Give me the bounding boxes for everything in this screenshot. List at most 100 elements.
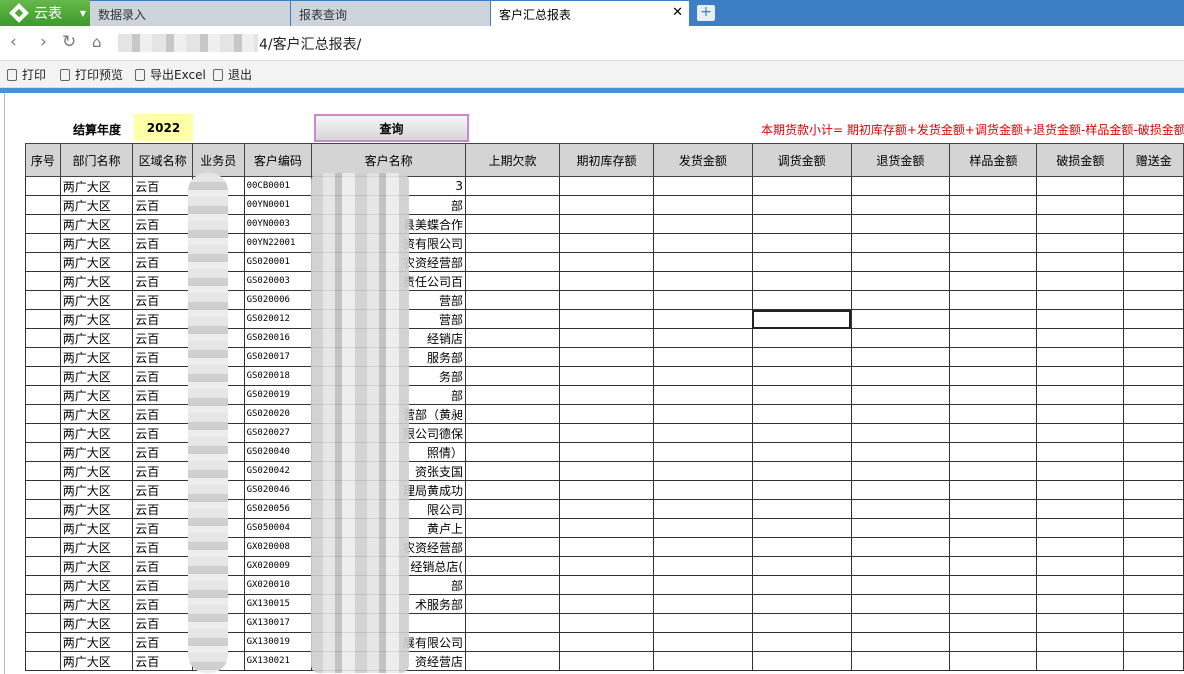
table-cell[interactable] (653, 499, 753, 519)
table-cell[interactable] (751, 195, 852, 215)
table-cell[interactable] (949, 271, 1038, 291)
table-cell[interactable] (558, 575, 655, 595)
table-cell[interactable]: 云百 (132, 442, 193, 462)
table-cell[interactable] (653, 423, 753, 443)
table-cell[interactable]: 两广大区 (59, 480, 134, 500)
new-tab-button[interactable]: + (697, 5, 715, 21)
table-cell[interactable] (850, 651, 951, 671)
table-cell[interactable] (25, 328, 61, 348)
table-cell[interactable] (653, 176, 753, 196)
table-cell[interactable] (558, 385, 655, 405)
table-cell[interactable]: 00YN22001 (243, 233, 313, 253)
table-cell[interactable] (751, 176, 852, 196)
table-cell[interactable] (1036, 328, 1125, 348)
table-cell[interactable] (1123, 309, 1184, 329)
table-cell[interactable] (949, 556, 1038, 576)
table-cell[interactable]: 两广大区 (59, 651, 134, 671)
table-cell[interactable] (558, 404, 655, 424)
table-cell[interactable] (751, 271, 852, 291)
table-cell[interactable] (1123, 233, 1184, 253)
url-text[interactable]: 4/客户汇总报表/ (259, 34, 361, 54)
table-cell[interactable] (465, 290, 560, 310)
table-cell[interactable] (1123, 328, 1184, 348)
table-cell[interactable] (465, 613, 560, 633)
table-cell[interactable] (25, 195, 61, 215)
table-cell[interactable] (558, 480, 655, 500)
table-cell[interactable] (1123, 537, 1184, 557)
table-cell[interactable] (465, 632, 560, 652)
table-cell[interactable]: 两广大区 (59, 309, 134, 329)
print-button[interactable]: 打印 (7, 66, 46, 83)
table-cell[interactable]: 云百 (132, 271, 193, 291)
table-cell[interactable] (465, 176, 560, 196)
table-cell[interactable]: 两广大区 (59, 233, 134, 253)
table-cell[interactable] (1036, 442, 1125, 462)
table-cell[interactable] (558, 594, 655, 614)
table-cell[interactable]: 两广大区 (59, 195, 134, 215)
table-cell[interactable]: GS020040 (243, 442, 313, 462)
table-cell[interactable] (1123, 518, 1184, 538)
table-cell[interactable] (25, 176, 61, 196)
table-cell[interactable]: GS020016 (243, 328, 313, 348)
table-cell[interactable]: 云百 (132, 252, 193, 272)
table-cell[interactable] (25, 613, 61, 633)
table-cell[interactable] (949, 214, 1038, 234)
table-cell[interactable]: 云百 (132, 309, 193, 329)
table-cell[interactable] (850, 309, 951, 329)
table-cell[interactable]: 两广大区 (59, 404, 134, 424)
back-arrow-icon[interactable]: ‹ (10, 32, 17, 52)
table-cell[interactable] (25, 404, 61, 424)
table-cell[interactable]: 云百 (132, 385, 193, 405)
table-cell[interactable] (558, 309, 655, 329)
table-cell[interactable] (653, 366, 753, 386)
table-cell[interactable]: 云百 (132, 347, 193, 367)
table-cell[interactable] (1036, 214, 1125, 234)
table-cell[interactable]: GS050004 (243, 518, 313, 538)
table-cell[interactable] (465, 214, 560, 234)
table-cell[interactable] (949, 347, 1038, 367)
table-cell[interactable] (850, 461, 951, 481)
table-cell[interactable]: 两广大区 (59, 442, 134, 462)
table-cell[interactable]: 两广大区 (59, 575, 134, 595)
table-cell[interactable] (850, 271, 951, 291)
table-cell[interactable] (751, 556, 852, 576)
table-cell[interactable]: 两广大区 (59, 328, 134, 348)
table-cell[interactable] (751, 594, 852, 614)
table-cell[interactable] (949, 480, 1038, 500)
table-cell[interactable]: GX130015 (243, 594, 313, 614)
table-cell[interactable] (850, 442, 951, 462)
table-cell[interactable] (751, 480, 852, 500)
table-cell[interactable] (1123, 214, 1184, 234)
table-cell[interactable]: 00CB0001 (243, 176, 313, 196)
table-cell[interactable] (653, 632, 753, 652)
table-cell[interactable] (653, 214, 753, 234)
table-cell[interactable] (949, 309, 1038, 329)
table-cell[interactable] (558, 366, 655, 386)
table-cell[interactable] (653, 252, 753, 272)
table-cell[interactable] (949, 461, 1038, 481)
table-cell[interactable]: 云百 (132, 195, 193, 215)
table-cell[interactable]: 两广大区 (59, 290, 134, 310)
table-cell[interactable]: GS020012 (243, 309, 313, 329)
table-cell[interactable]: 两广大区 (59, 537, 134, 557)
table-cell[interactable] (653, 613, 753, 633)
table-cell[interactable] (653, 385, 753, 405)
table-cell[interactable] (653, 233, 753, 253)
table-cell[interactable]: 两广大区 (59, 632, 134, 652)
table-cell[interactable] (751, 499, 852, 519)
table-cell[interactable] (949, 499, 1038, 519)
table-cell[interactable] (850, 214, 951, 234)
table-cell[interactable] (558, 176, 655, 196)
table-cell[interactable] (465, 575, 560, 595)
table-cell[interactable] (751, 328, 852, 348)
table-cell[interactable] (850, 499, 951, 519)
table-cell[interactable] (1123, 385, 1184, 405)
table-cell[interactable] (1036, 385, 1125, 405)
table-cell[interactable] (1123, 632, 1184, 652)
table-cell[interactable] (25, 442, 61, 462)
table-cell[interactable] (1036, 499, 1125, 519)
table-cell[interactable] (1036, 176, 1125, 196)
table-cell[interactable] (558, 651, 655, 671)
table-cell[interactable]: GS020017 (243, 347, 313, 367)
table-cell[interactable]: GS020020 (243, 404, 313, 424)
